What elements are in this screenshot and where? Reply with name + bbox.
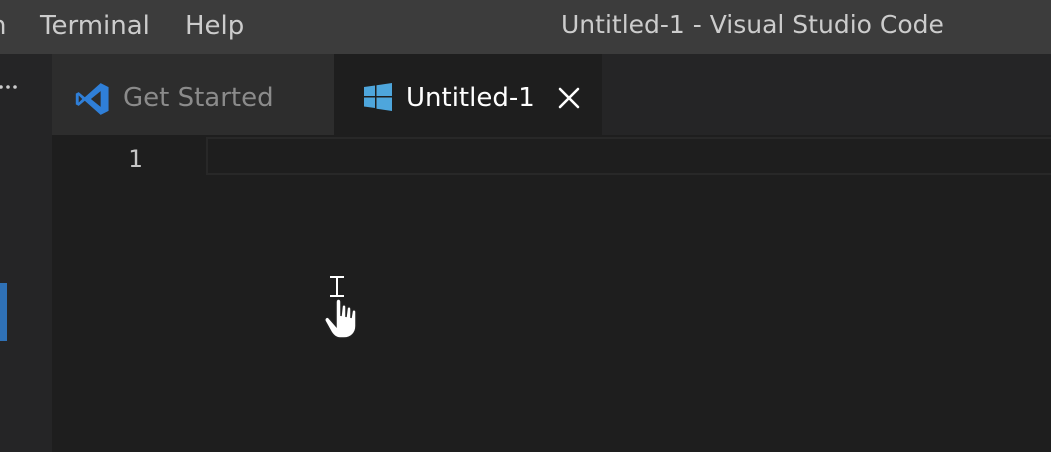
close-icon[interactable] — [556, 85, 582, 111]
activity-active-indicator — [0, 283, 7, 341]
menu-item-terminal[interactable]: Terminal — [40, 9, 150, 43]
line-number: 1 — [128, 145, 143, 173]
tab-bar: Get Started Untitled-1 — [52, 54, 1051, 135]
menu-item-help[interactable]: Help — [185, 9, 244, 43]
current-line-highlight[interactable] — [206, 137, 1051, 175]
window-title: Untitled-1 - Visual Studio Code — [561, 10, 944, 39]
windows-logo-icon — [364, 83, 392, 111]
title-bar: n Terminal Help Untitled-1 - Visual Stud… — [0, 0, 1051, 54]
tab-label: Untitled-1 — [406, 83, 535, 113]
editor-area[interactable]: 1 — [52, 135, 1051, 452]
tab-get-started[interactable]: Get Started — [52, 54, 334, 135]
tab-untitled-1[interactable]: Untitled-1 — [334, 54, 602, 135]
activity-bar — [0, 54, 52, 452]
tab-label: Get Started — [123, 83, 274, 113]
ellipsis-icon[interactable] — [0, 82, 18, 92]
vscode-logo-icon — [75, 83, 109, 115]
menu-item-partial[interactable]: n — [0, 9, 6, 43]
hand-pointer-icon — [324, 276, 357, 339]
